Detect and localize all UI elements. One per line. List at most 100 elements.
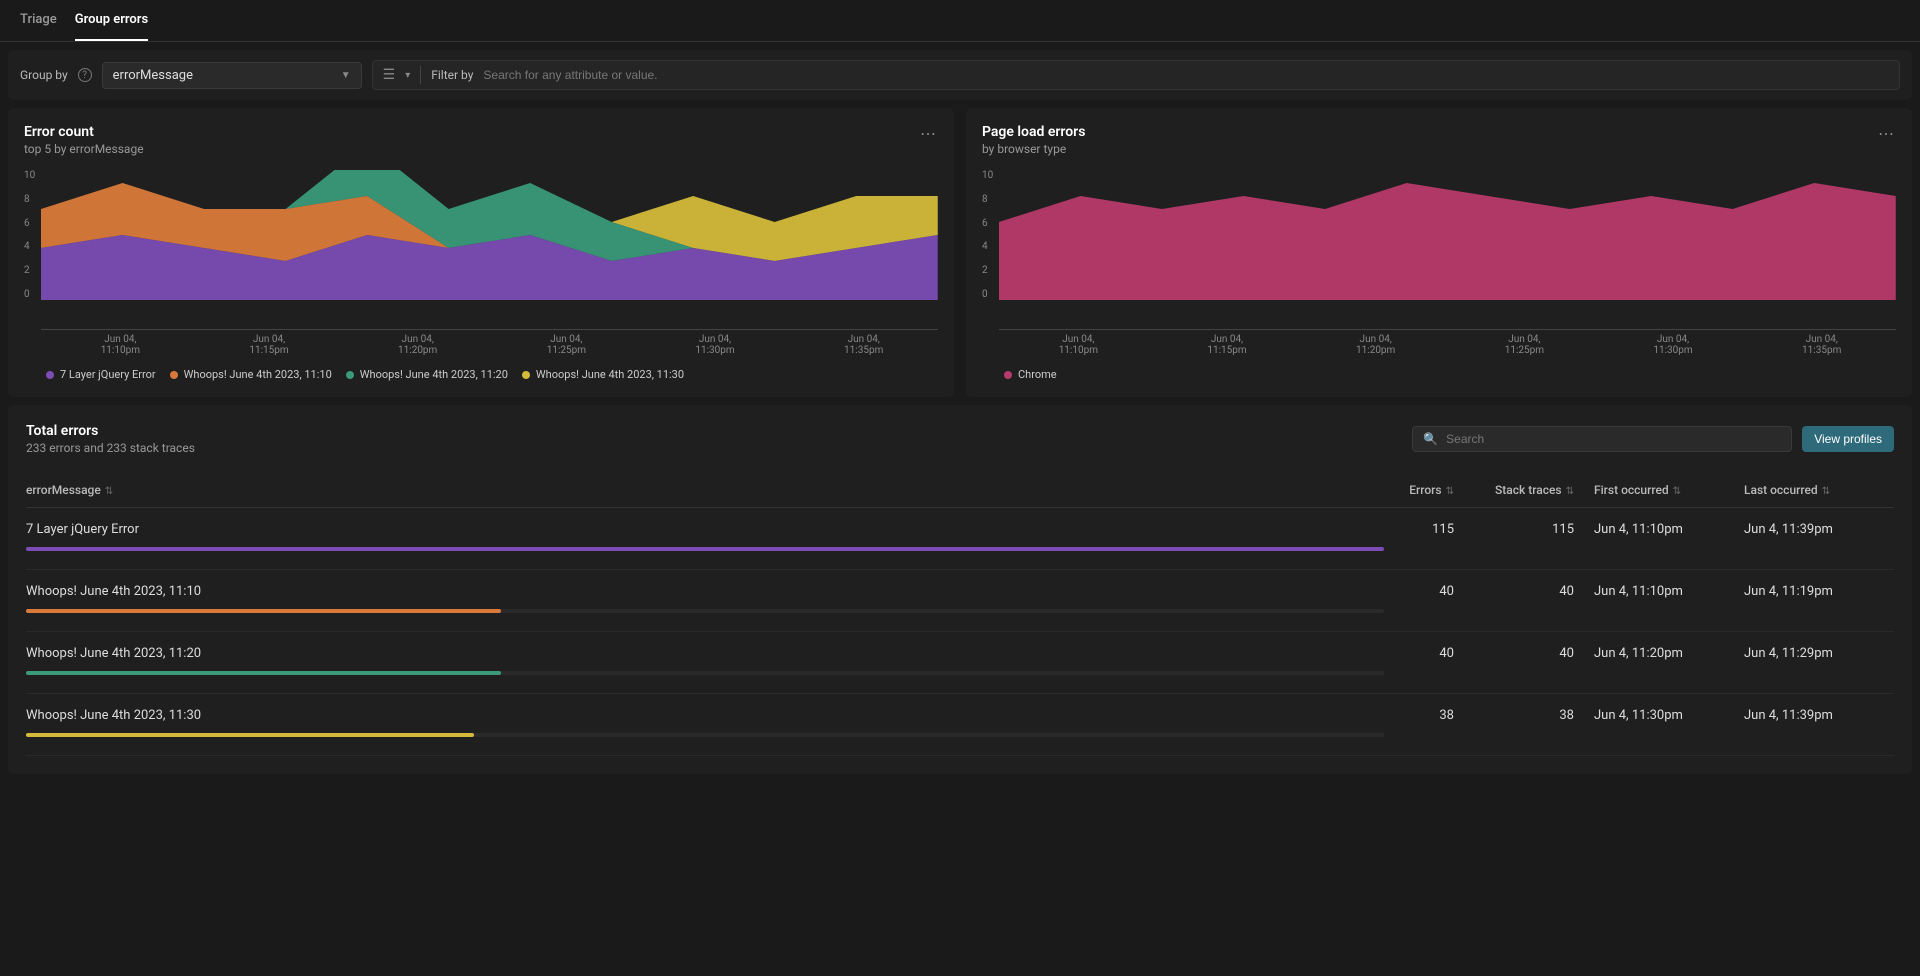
x-tick: Jun 04,11:15pm — [1153, 334, 1302, 356]
y-tick: 6 — [982, 218, 993, 229]
row-bar-track — [26, 671, 1384, 675]
legend-dot — [522, 371, 530, 379]
cell-first-occurred: Jun 4, 11:30pm — [1594, 708, 1744, 723]
x-tick: Jun 04,11:10pm — [46, 334, 195, 356]
y-tick: 0 — [982, 289, 993, 300]
cell-errors: 38 — [1384, 708, 1474, 723]
cell-stack-traces: 40 — [1474, 584, 1594, 599]
cell-error-message: Whoops! June 4th 2023, 11:30 — [26, 708, 1384, 737]
legend-dot — [46, 371, 54, 379]
divider — [420, 66, 421, 84]
error-message-text: 7 Layer jQuery Error — [26, 522, 1384, 537]
legend-label: Whoops! June 4th 2023, 11:10 — [184, 368, 332, 381]
group-by-select[interactable]: errorMessage ▼ — [102, 62, 362, 89]
th-stack-traces[interactable]: Stack traces⇅ — [1474, 483, 1594, 497]
legend-label: Chrome — [1018, 368, 1057, 381]
legend-item[interactable]: 7 Layer jQuery Error — [46, 368, 156, 381]
view-profiles-button[interactable]: View profiles — [1802, 426, 1894, 452]
y-tick: 8 — [982, 194, 993, 205]
tab-triage[interactable]: Triage — [20, 0, 57, 41]
legend: Chrome — [1004, 368, 1896, 381]
chart-error-count: Error count top 5 by errorMessage ⋯ 1086… — [8, 108, 954, 397]
y-axis: 1086420 — [24, 170, 41, 300]
th-first-occurred[interactable]: First occurred⇅ — [1594, 483, 1744, 497]
cell-stack-traces: 38 — [1474, 708, 1594, 723]
table-row[interactable]: Whoops! June 4th 2023, 11:204040Jun 4, 1… — [26, 632, 1894, 694]
cell-last-occurred: Jun 4, 11:39pm — [1744, 522, 1894, 537]
table-subtitle: 233 errors and 233 stack traces — [26, 441, 195, 455]
cell-last-occurred: Jun 4, 11:39pm — [1744, 708, 1894, 723]
row-bar-track — [26, 609, 1384, 613]
x-tick: Jun 04,11:20pm — [1301, 334, 1450, 356]
error-message-text: Whoops! June 4th 2023, 11:30 — [26, 708, 1384, 723]
cell-error-message: 7 Layer jQuery Error — [26, 522, 1384, 551]
tab-group-errors[interactable]: Group errors — [75, 0, 148, 41]
sort-icon: ⇅ — [1446, 486, 1454, 497]
chart-area: 1086420 — [982, 170, 1896, 330]
cell-stack-traces: 40 — [1474, 646, 1594, 661]
table-row[interactable]: Whoops! June 4th 2023, 11:303838Jun 4, 1… — [26, 694, 1894, 756]
chart-title: Error count — [24, 124, 938, 140]
y-tick: 10 — [982, 170, 993, 181]
x-axis: Jun 04,11:10pmJun 04,11:15pmJun 04,11:20… — [1004, 334, 1896, 356]
cell-errors: 40 — [1384, 646, 1474, 661]
y-tick: 4 — [982, 241, 993, 252]
table-body: 7 Layer jQuery Error115115Jun 4, 11:10pm… — [26, 508, 1894, 756]
table-title: Total errors — [26, 423, 195, 439]
chart-plot — [999, 170, 1896, 330]
chart-menu-icon[interactable]: ⋯ — [1878, 124, 1896, 143]
search-input[interactable] — [1446, 432, 1781, 446]
x-tick: Jun 04,11:25pm — [492, 334, 641, 356]
filter-icon[interactable]: ☰ — [383, 67, 396, 83]
th-errors[interactable]: Errors⇅ — [1384, 483, 1474, 497]
y-tick: 6 — [24, 218, 35, 229]
chart-area: 1086420 — [24, 170, 938, 330]
help-icon[interactable]: ? — [78, 68, 92, 82]
th-error-message[interactable]: errorMessage⇅ — [26, 483, 1384, 497]
x-tick: Jun 04,11:35pm — [1747, 334, 1896, 356]
error-message-text: Whoops! June 4th 2023, 11:10 — [26, 584, 1384, 599]
cell-last-occurred: Jun 4, 11:29pm — [1744, 646, 1894, 661]
x-tick: Jun 04,11:25pm — [1450, 334, 1599, 356]
legend-label: 7 Layer jQuery Error — [60, 368, 156, 381]
cell-errors: 40 — [1384, 584, 1474, 599]
x-tick: Jun 04,11:30pm — [1599, 334, 1748, 356]
y-tick: 0 — [24, 289, 35, 300]
row-bar-fill — [26, 733, 474, 737]
cell-first-occurred: Jun 4, 11:10pm — [1594, 522, 1744, 537]
x-tick: Jun 04,11:10pm — [1004, 334, 1153, 356]
legend-item[interactable]: Whoops! June 4th 2023, 11:10 — [170, 368, 332, 381]
row-bar-track — [26, 547, 1384, 551]
chart-subtitle: by browser type — [982, 142, 1896, 156]
row-bar-track — [26, 733, 1384, 737]
table-row[interactable]: Whoops! June 4th 2023, 11:104040Jun 4, 1… — [26, 570, 1894, 632]
error-message-text: Whoops! June 4th 2023, 11:20 — [26, 646, 1384, 661]
table-header-row: Total errors 233 errors and 233 stack tr… — [26, 423, 1894, 455]
group-by-value: errorMessage — [113, 68, 193, 83]
chevron-down-icon[interactable]: ▾ — [405, 70, 410, 81]
search-icon: 🔍 — [1423, 432, 1438, 446]
tab-bar: Triage Group errors — [0, 0, 1920, 42]
chart-menu-icon[interactable]: ⋯ — [920, 124, 938, 143]
sort-icon: ⇅ — [1673, 486, 1681, 497]
filter-by-section: ☰ ▾ Filter by — [372, 60, 1900, 90]
cell-first-occurred: Jun 4, 11:20pm — [1594, 646, 1744, 661]
legend-item[interactable]: Chrome — [1004, 368, 1057, 381]
table-head: errorMessage⇅ Errors⇅ Stack traces⇅ Firs… — [26, 473, 1894, 508]
x-axis: Jun 04,11:10pmJun 04,11:15pmJun 04,11:20… — [46, 334, 938, 356]
charts-row: Error count top 5 by errorMessage ⋯ 1086… — [0, 108, 1920, 405]
legend: 7 Layer jQuery Error Whoops! June 4th 202… — [46, 368, 938, 381]
table-row[interactable]: 7 Layer jQuery Error115115Jun 4, 11:10pm… — [26, 508, 1894, 570]
filter-input[interactable] — [483, 68, 1889, 82]
th-last-occurred[interactable]: Last occurred⇅ — [1744, 483, 1894, 497]
legend-item[interactable]: Whoops! June 4th 2023, 11:20 — [346, 368, 508, 381]
legend-label: Whoops! June 4th 2023, 11:20 — [360, 368, 508, 381]
x-tick: Jun 04,11:30pm — [641, 334, 790, 356]
cell-error-message: Whoops! June 4th 2023, 11:10 — [26, 584, 1384, 613]
chevron-down-icon: ▼ — [341, 70, 351, 81]
legend-item[interactable]: Whoops! June 4th 2023, 11:30 — [522, 368, 684, 381]
cell-first-occurred: Jun 4, 11:10pm — [1594, 584, 1744, 599]
x-tick: Jun 04,11:15pm — [195, 334, 344, 356]
cell-errors: 115 — [1384, 522, 1474, 537]
legend-dot — [346, 371, 354, 379]
